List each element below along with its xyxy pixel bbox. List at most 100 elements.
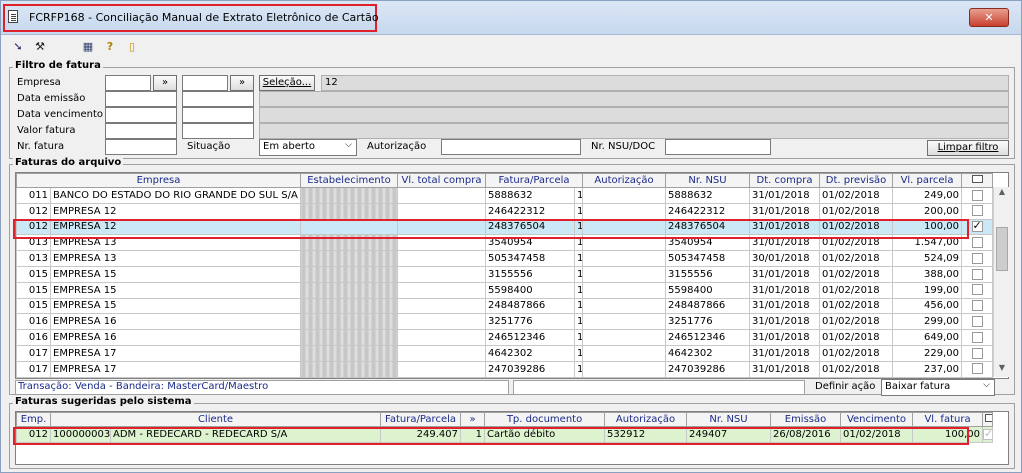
definir-acao-select[interactable]: Baixar fatura ⌵ [881, 379, 995, 396]
row-select-checkbox[interactable] [971, 237, 983, 249]
row-select-cell[interactable] [961, 218, 994, 236]
select-all-checkbox[interactable] [971, 175, 983, 183]
row-select-cell[interactable] [961, 297, 994, 315]
exit-door-icon[interactable]: ▯ [125, 40, 139, 54]
col-emissao[interactable]: Emissão [770, 412, 842, 427]
data-emissao-info-field [259, 91, 1009, 107]
row-select-checkbox[interactable] [971, 284, 983, 296]
definir-acao-label: Definir ação [815, 381, 876, 392]
col-dt-previsao[interactable]: Dt. previsão [819, 173, 894, 188]
select-all-sug-checkbox[interactable] [985, 414, 992, 422]
valor-fatura-label: Valor fatura [17, 125, 76, 136]
row-select-checkbox[interactable] [983, 427, 992, 440]
scroll-down-icon[interactable]: ▼ [994, 363, 1010, 377]
valor-fatura-from-input[interactable] [105, 123, 177, 139]
row-dt-compra: 31/01/2018 [749, 344, 821, 362]
col-vl-total-compra[interactable]: Vl. total compra [397, 173, 487, 188]
col-estabelecimento[interactable]: Estabelecimento [300, 173, 399, 188]
col-expand[interactable]: » [460, 412, 486, 427]
empresa-to-browse-button[interactable]: » [230, 75, 254, 91]
empresa-from-input[interactable] [105, 75, 151, 91]
help-icon[interactable]: ? [103, 40, 117, 54]
row-select-cell[interactable] [961, 187, 994, 204]
table-row[interactable]: 013EMPRESA 13335409541354095431/01/20180… [16, 234, 994, 252]
row-select-cell[interactable] [961, 202, 994, 220]
col-fatura-parcela[interactable]: Fatura/Parcela [485, 173, 584, 188]
faturas-arquivo-scrollbar[interactable]: ▲ ▼ [993, 187, 1009, 377]
col-select-all[interactable] [961, 173, 994, 188]
row-nr-nsu: 248487866 [665, 297, 751, 315]
table-row[interactable]: 012EMPRESA 123246422312124642231231/01/2… [16, 202, 994, 220]
empresa-to-input[interactable] [182, 75, 228, 91]
data-emissao-from-input[interactable] [105, 91, 177, 107]
table-row[interactable]: 016EMPRESA 16532517761325177631/01/20180… [16, 313, 994, 331]
row-nr-nsu: 5888632 [665, 187, 751, 204]
row-select-checkbox[interactable] [971, 300, 983, 312]
table-row[interactable]: 016EMPRESA 165246512346124651234631/01/2… [16, 329, 994, 346]
row-select-checkbox[interactable] [971, 268, 983, 280]
nr-fatura-input[interactable] [105, 139, 177, 155]
col-fatura-parcela-sug[interactable]: Fatura/Parcela [380, 412, 462, 427]
col-select-all-sug[interactable] [982, 412, 994, 427]
data-emissao-to-input[interactable] [182, 91, 254, 107]
scroll-up-icon[interactable]: ▲ [994, 187, 1010, 201]
row-empresa-code: 017 [16, 344, 51, 362]
nsu-input[interactable] [665, 139, 771, 155]
col-tp-documento[interactable]: Tp. documento [484, 412, 606, 427]
col-dt-compra[interactable]: Dt. compra [749, 173, 821, 188]
grid-view-icon[interactable]: ▦ [81, 40, 95, 54]
row-select-checkbox[interactable] [971, 220, 983, 233]
selecao-button[interactable]: Seleção... [259, 75, 315, 91]
table-row[interactable]: 011 BANCO DO ESTADO DO RIO GRANDE DO SUL … [16, 187, 994, 204]
col-empresa[interactable]: Empresa [16, 173, 302, 188]
col-nr-nsu-sug[interactable]: Nr. NSU [686, 412, 772, 427]
row-select-cell[interactable] [961, 281, 994, 299]
table-row[interactable]: 015EMPRESA 155248487866124848786631/01/2… [16, 297, 994, 315]
col-cliente[interactable]: Cliente [49, 412, 382, 427]
row-vl-total-compra [397, 218, 487, 236]
row-select-checkbox[interactable] [971, 189, 983, 201]
col-autorizacao[interactable]: Autorização [582, 173, 667, 188]
row-select-checkbox[interactable] [971, 252, 983, 264]
table-row[interactable]: 017EMPRESA 17646423021464230231/01/20180… [16, 344, 994, 362]
valor-fatura-to-input[interactable] [182, 123, 254, 139]
row-select-checkbox[interactable] [971, 363, 983, 375]
table-row[interactable]: 017EMPRESA 176247039286124703928631/01/2… [16, 360, 994, 378]
empresa-from-browse-button[interactable]: » [153, 75, 177, 91]
row-select-cell[interactable] [961, 250, 994, 267]
cursor-arrow-icon[interactable]: ➘ [11, 40, 25, 54]
row-select-cell[interactable] [961, 265, 994, 283]
data-vencimento-from-input[interactable] [105, 107, 177, 123]
table-row[interactable]: 015EMPRESA 15555984001559840031/01/20180… [16, 281, 994, 299]
table-row[interactable]: 013EMPRESA 133505347458150534745830/01/2… [16, 250, 994, 267]
row-select-checkbox[interactable] [971, 347, 983, 359]
col-vl-fatura[interactable]: Vl. fatura [912, 412, 984, 427]
limpar-filtro-button[interactable]: Limpar filtro [927, 140, 1009, 156]
row-select-checkbox[interactable] [971, 205, 983, 217]
row-select-checkbox[interactable] [971, 331, 983, 343]
scrollbar-thumb[interactable] [996, 227, 1008, 271]
situacao-select[interactable]: Em aberto ⌵ [259, 139, 357, 156]
close-button[interactable]: ✕ [969, 8, 1009, 27]
tools-icon[interactable]: ⚒ [33, 40, 47, 54]
col-autorizacao-sug[interactable]: Autorização [604, 412, 688, 427]
row-select-checkbox[interactable] [971, 316, 983, 328]
data-vencimento-to-input[interactable] [182, 107, 254, 123]
col-vl-parcela[interactable]: Vl. parcela [892, 173, 963, 188]
row-vl-total-compra [397, 313, 487, 331]
col-vencimento[interactable]: Vencimento [840, 412, 914, 427]
row-select-cell[interactable] [982, 426, 994, 443]
row-nr-nsu: 246512346 [665, 329, 751, 346]
table-row[interactable]: 015EMPRESA 15531555561315555631/01/20180… [16, 265, 994, 283]
table-row[interactable]: 012 100000003 ADM - REDECARD - REDECARD S/… [16, 426, 994, 443]
row-select-cell[interactable] [961, 313, 994, 331]
autorizacao-input[interactable] [441, 139, 581, 155]
row-select-cell[interactable] [961, 360, 994, 378]
row-select-cell[interactable] [961, 329, 994, 346]
row-select-cell[interactable] [961, 234, 994, 252]
col-emp[interactable]: Emp. [16, 412, 51, 427]
col-nr-nsu[interactable]: Nr. NSU [665, 173, 751, 188]
table-row[interactable]: 012EMPRESA 123248376504124837650431/01/2… [16, 218, 994, 236]
row-vl-total-compra [397, 344, 487, 362]
row-select-cell[interactable] [961, 344, 994, 362]
